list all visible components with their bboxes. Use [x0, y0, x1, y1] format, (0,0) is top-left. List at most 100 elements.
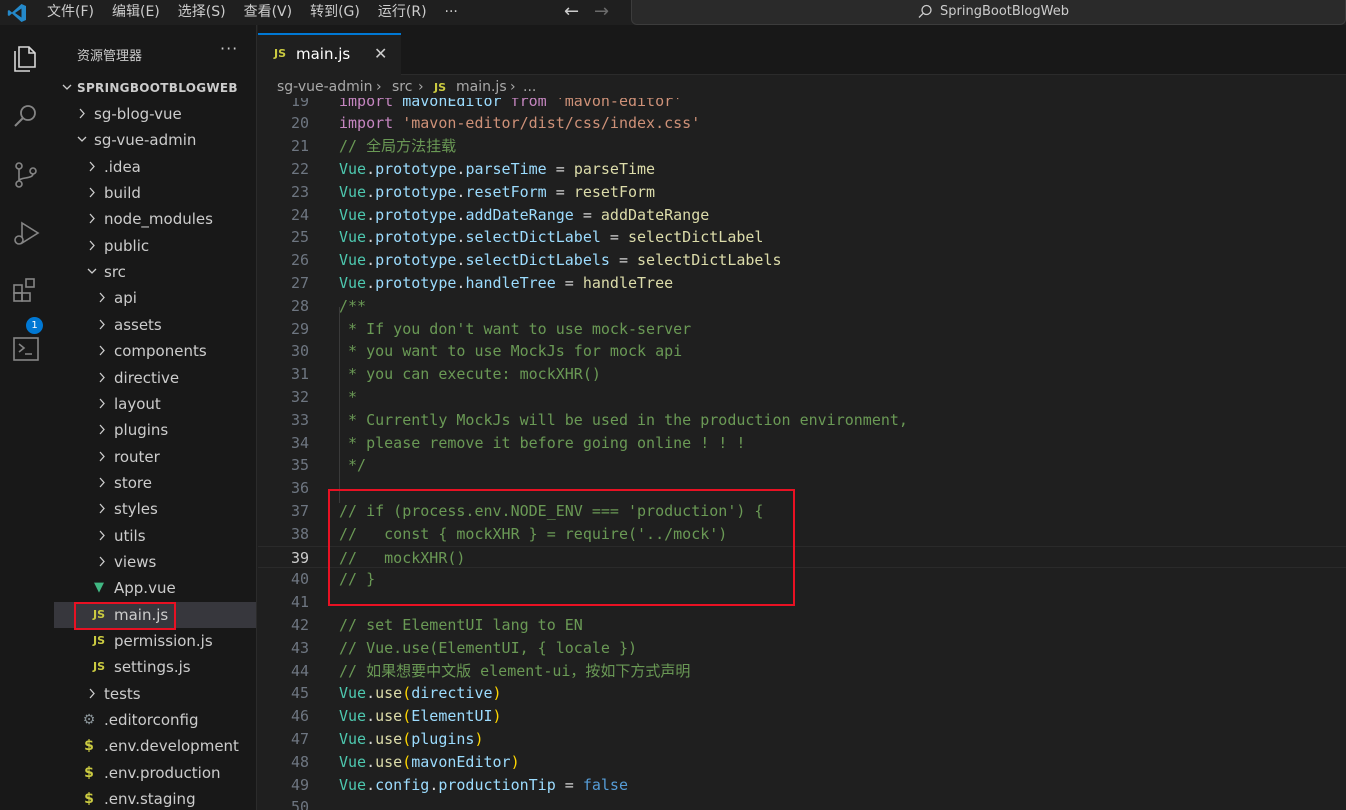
code-line[interactable]: 22 Vue.prototype.parseTime = parseTime	[258, 158, 1346, 181]
tree-item-label: sg-vue-admin	[94, 131, 197, 150]
code-token: .	[366, 205, 376, 224]
title-bar: 文件(F) 编辑(E) 选择(S) 查看(V) 转到(G) 运行(R) ··· ← → Sp…	[0, 0, 1346, 25]
chevron-right-icon	[99, 372, 105, 382]
command-center-search[interactable]: SpringBootBlogWeb	[631, 0, 1346, 25]
forward-icon[interactable]: →	[594, 2, 609, 22]
code-line[interactable]: 50	[258, 796, 1346, 810]
more-menu-icon[interactable]: ···	[436, 0, 467, 25]
code-line[interactable]: 28 /**	[258, 295, 1346, 318]
code-line[interactable]: 23 Vue.prototype.resetForm = resetForm	[258, 181, 1346, 204]
code-line[interactable]: 21 // 全局方法挂载	[258, 135, 1346, 158]
menu-item[interactable]: 运行(R)	[369, 0, 436, 25]
code-line[interactable]: 29 * If you don't want to use mock-serve…	[258, 318, 1346, 341]
code-token: =	[546, 159, 574, 178]
code-text: /**	[339, 295, 366, 318]
more-actions-icon[interactable]: ···	[220, 39, 238, 58]
code-line[interactable]: 24 Vue.prototype.addDateRange = addDateRa…	[258, 204, 1346, 227]
line-number: 39	[290, 548, 309, 567]
code-line[interactable]: 30 * you want to use MockJs for mock api	[258, 340, 1346, 363]
tree-folder[interactable]: api	[54, 285, 256, 311]
tree-folder[interactable]: public	[54, 233, 256, 259]
code-line[interactable]: 35 */	[258, 454, 1346, 477]
code-editor[interactable]: 50 49 Vue.config.productionTip = false 48 Vu…	[258, 98, 1346, 810]
chevron-right-icon: ›	[510, 79, 516, 95]
run-debug-icon[interactable]	[8, 215, 44, 251]
breadcrumb-item[interactable]: sg-vue-admin	[277, 79, 373, 95]
breadcrumb-item[interactable]: src	[392, 79, 412, 95]
tree-folder[interactable]: node_modules	[54, 206, 256, 232]
code-line[interactable]: 42 // set ElementUI lang to EN	[258, 614, 1346, 637]
menu-item[interactable]: 转到(G)	[301, 0, 369, 25]
code-line[interactable]: 33 * Currently MockJs will be used in th…	[258, 409, 1346, 432]
tree-folder[interactable]: styles	[54, 496, 256, 522]
code-token: resetForm	[573, 182, 656, 201]
code-token: =	[555, 273, 583, 292]
code-line[interactable]: 27 Vue.prototype.handleTree = handleTree	[258, 272, 1346, 295]
explorer-title: 资源管理器	[77, 49, 143, 64]
tree-file[interactable]: $ .env.production	[54, 760, 256, 786]
breadcrumb-item[interactable]: main.js	[456, 79, 507, 95]
extensions-icon[interactable]	[8, 273, 44, 309]
tab-main-js[interactable]: JS main.js ✕	[258, 33, 401, 75]
env-file-icon: $	[84, 791, 94, 808]
code-line[interactable]: 43 // Vue.use(ElementUI, { locale })	[258, 637, 1346, 660]
close-icon[interactable]: ✕	[374, 44, 387, 63]
code-line[interactable]: 47 Vue.use(plugins)	[258, 728, 1346, 751]
explorer-icon[interactable]	[8, 41, 44, 77]
code-line[interactable]: 44 // 如果想要中文版 element-ui，按如下方式声明	[258, 660, 1346, 683]
search-icon[interactable]	[8, 99, 44, 135]
line-number: 28	[290, 296, 309, 315]
tree-folder[interactable]: tests	[54, 681, 256, 707]
tree-folder[interactable]: .idea	[54, 154, 256, 180]
code-line[interactable]: 34 * please remove it before going onlin…	[258, 432, 1346, 455]
tree-file[interactable]: $ .env.development	[54, 733, 256, 759]
tree-folder[interactable]: build	[54, 180, 256, 206]
code-token: * Currently MockJs will be used in the p…	[339, 410, 908, 429]
tree-folder[interactable]: router	[54, 444, 256, 470]
tree-folder[interactable]: store	[54, 470, 256, 496]
code-token: ElementUI	[411, 707, 493, 726]
code-line[interactable]: 46 Vue.use(ElementUI)	[258, 705, 1346, 728]
tree-folder[interactable]: sg-blog-vue	[54, 101, 256, 127]
code-line[interactable]: 20 import 'mavon-editor/dist/css/index.cs…	[258, 112, 1346, 135]
menu-item[interactable]: 编辑(E)	[103, 0, 169, 25]
tree-folder[interactable]: utils	[54, 523, 256, 549]
tree-folder[interactable]: views	[54, 549, 256, 575]
project-root[interactable]: SPRINGBOOTBLOGWEB	[54, 75, 256, 101]
code-token: .	[366, 684, 376, 703]
tree-folder[interactable]: assets	[54, 312, 256, 338]
code-line[interactable]: 19 import mavonEditor from 'mavon-editor'	[258, 98, 1346, 112]
tree-file[interactable]: JS permission.js	[54, 628, 256, 654]
code-token: Vue	[339, 273, 367, 292]
tree-folder[interactable]: sg-vue-admin	[54, 127, 256, 153]
tree-folder[interactable]: components	[54, 338, 256, 364]
terminal-icon[interactable]	[8, 331, 44, 367]
menu-item[interactable]: 选择(S)	[169, 0, 235, 25]
menu-item[interactable]: 文件(F)	[38, 0, 103, 25]
code-token: =	[600, 228, 628, 247]
chevron-right-icon	[89, 240, 95, 251]
tree-file[interactable]: $ .env.staging	[54, 786, 256, 810]
line-number: 22	[290, 159, 309, 178]
code-token: selectDictLabels	[465, 251, 610, 270]
tree-file[interactable]: ▼ App.vue	[54, 575, 256, 601]
tree-folder[interactable]: layout	[54, 391, 256, 417]
code-line[interactable]: 49 Vue.config.productionTip = false	[258, 774, 1346, 797]
code-line[interactable]: 45 Vue.use(directive)	[258, 682, 1346, 705]
highlight-box-mock-block	[328, 489, 795, 606]
code-line[interactable]: 32 *	[258, 386, 1346, 409]
tree-folder[interactable]: src	[54, 259, 256, 285]
breadcrumb-item[interactable]: ...	[523, 79, 536, 95]
tree-folder[interactable]: plugins	[54, 417, 256, 443]
source-control-icon[interactable]	[8, 157, 44, 193]
tree-file[interactable]: JS settings.js	[54, 654, 256, 680]
line-number: 19	[290, 98, 309, 110]
menu-item[interactable]: 查看(V)	[235, 0, 302, 25]
code-line[interactable]: 25 Vue.prototype.selectDictLabel = select…	[258, 226, 1346, 249]
tree-file[interactable]: ⚙ .editorconfig	[54, 707, 256, 733]
back-icon[interactable]: ←	[564, 2, 579, 22]
code-line[interactable]: 48 Vue.use(mavonEditor)	[258, 751, 1346, 774]
code-line[interactable]: 31 * you can execute: mockXHR()	[258, 363, 1346, 386]
tree-folder[interactable]: directive	[54, 365, 256, 391]
code-line[interactable]: 26 Vue.prototype.selectDictLabels = selec…	[258, 249, 1346, 272]
